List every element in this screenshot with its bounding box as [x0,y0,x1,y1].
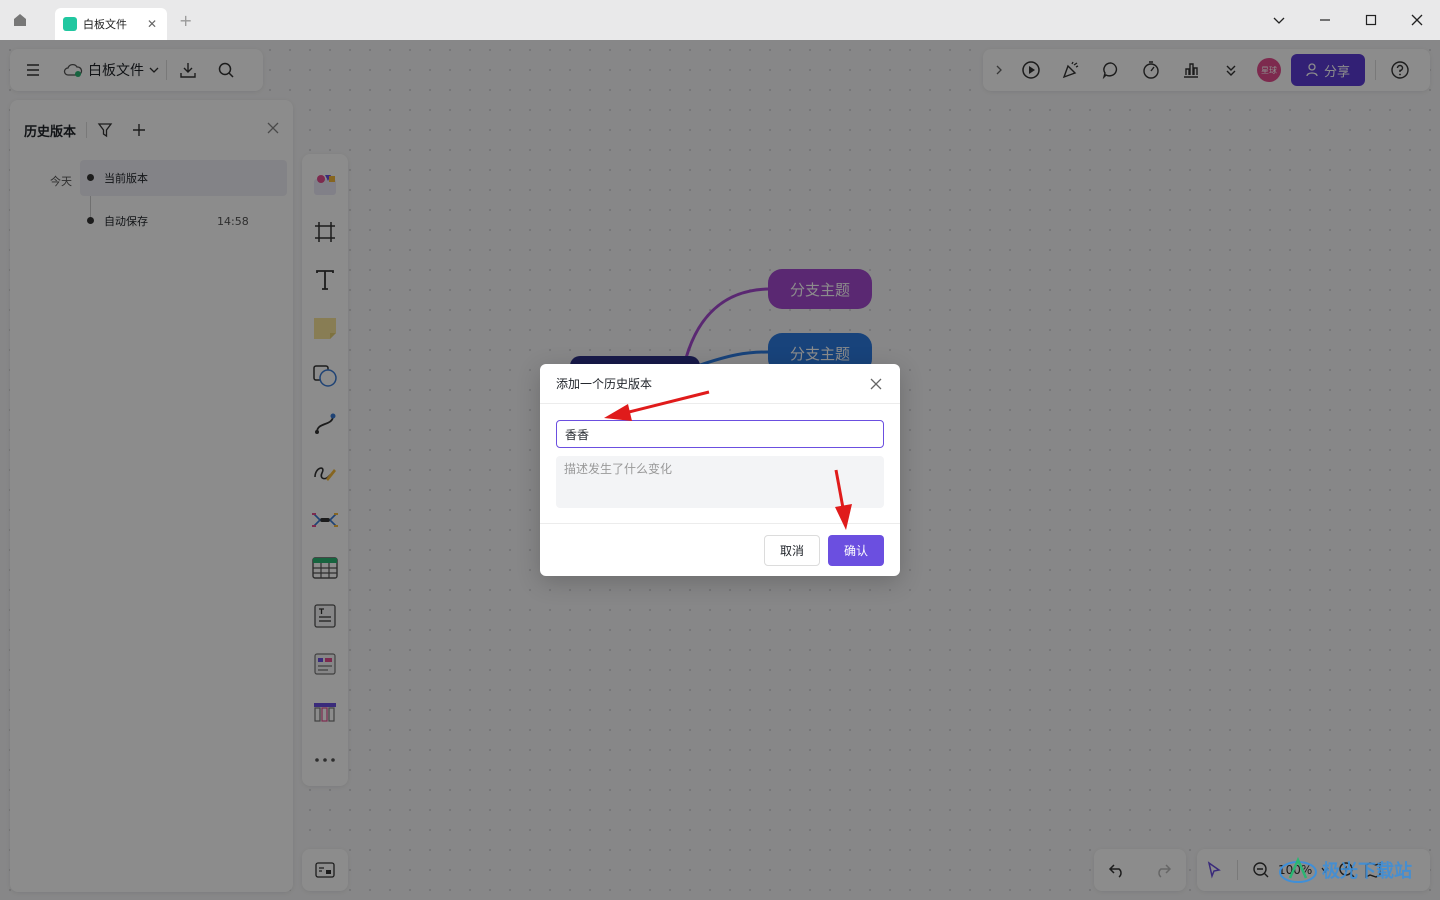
dialog-title: 添加一个历史版本 [556,377,653,391]
cancel-button[interactable]: 取消 [764,535,820,566]
dialog-footer: 取消 确认 [540,523,900,576]
version-name-input[interactable] [556,420,884,448]
confirm-button[interactable]: 确认 [828,535,884,566]
dialog-header: 添加一个历史版本 [540,364,900,404]
watermark-text: 极光下载站 [1322,861,1412,882]
watermark-logo-icon [1279,856,1317,883]
watermark: 极光下载站 [1278,848,1433,892]
add-version-dialog: 添加一个历史版本 取消 确认 [540,364,900,576]
close-icon [870,378,882,389]
version-description-textarea[interactable] [556,456,884,508]
dialog-close-button[interactable] [868,376,884,392]
